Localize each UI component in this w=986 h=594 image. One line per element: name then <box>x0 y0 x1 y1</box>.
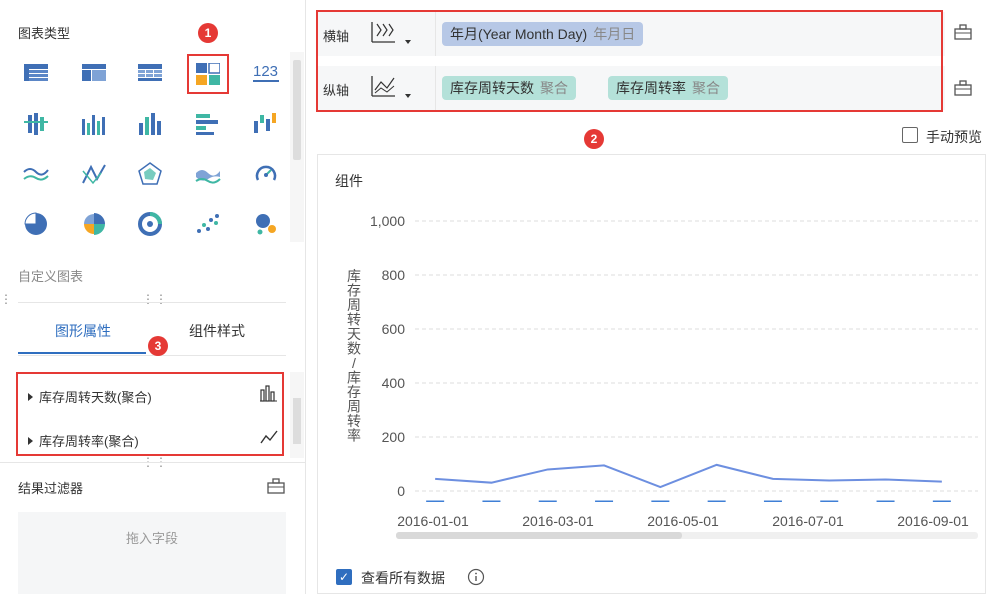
component-card: 组件 0 200 400 600 800 1,000 库存周转天数/库存周转率 2016-01… <box>317 154 986 594</box>
area-chart-icon[interactable] <box>190 156 226 192</box>
y-tick-label: 800 <box>382 267 406 283</box>
svg-text:123: 123 <box>253 63 278 80</box>
scatter-icon[interactable] <box>190 206 226 242</box>
editor-area: 横轴 年月(Year Month Day) 年月日 纵轴 库存周转天数 聚合 库… <box>307 0 986 594</box>
bar <box>876 500 895 502</box>
series-item-inventory-days[interactable]: 库存周转天数(聚合) <box>28 387 152 406</box>
radar-icon[interactable] <box>132 156 168 192</box>
info-icon[interactable] <box>467 568 485 589</box>
series-item-turnover-rate[interactable]: 库存周转率(聚合) <box>28 431 139 450</box>
bar <box>932 500 951 502</box>
divider <box>0 462 306 463</box>
bar <box>482 500 501 502</box>
gauge-icon[interactable] <box>248 156 284 192</box>
chart-canvas: 0 200 400 600 800 1,000 库存周转天数/库存周转率 2016-01-01… <box>347 213 978 539</box>
tab-graph-properties[interactable]: 图形属性 <box>55 321 111 341</box>
divider <box>18 302 286 303</box>
expand-icon <box>28 392 33 401</box>
line-chart-icon[interactable] <box>260 428 278 449</box>
left-panel: 图表类型 123 1 自定义图表 ⋮⋮ ⋮ 图形属性 组件样式 3 库存周转天数… <box>0 0 306 594</box>
chart-hscrollbar-thumb <box>396 532 682 539</box>
expand-icon <box>28 436 33 445</box>
view-all-checkbox[interactable]: ✓ <box>336 569 352 585</box>
scrollbar-thumb[interactable] <box>293 398 301 444</box>
waterfall-icon[interactable] <box>248 106 284 142</box>
bar <box>707 500 726 502</box>
column-chart-icon[interactable] <box>76 106 112 142</box>
pie-chart-icon[interactable] <box>18 206 54 242</box>
marker-3: 3 <box>148 336 168 356</box>
y-axis-title: 库存周转天数/库存周转率 <box>347 268 361 444</box>
toolbox-icon[interactable] <box>267 477 285 498</box>
y-tick-label: 600 <box>382 321 406 337</box>
x-tick-label: 2016-07-01 <box>772 513 844 529</box>
bar <box>538 500 557 502</box>
manual-preview-checkbox[interactable] <box>902 127 918 143</box>
filter-title: 结果过滤器 <box>18 481 84 496</box>
selected-chart-highlight <box>187 54 229 94</box>
y-tick-label: 0 <box>397 483 405 499</box>
chart-type-title: 图表类型 <box>18 26 71 41</box>
radial-line-icon[interactable] <box>76 156 112 192</box>
table-detail-icon[interactable] <box>18 56 54 92</box>
grouped-bar-icon[interactable] <box>18 106 54 142</box>
custom-chart-label: 自定义图表 <box>18 269 84 284</box>
bar <box>763 500 782 502</box>
bar-chart-icon[interactable] <box>260 384 278 405</box>
view-all-label: 查看所有数据 <box>361 570 445 586</box>
bar <box>651 500 670 502</box>
series-line <box>435 463 942 489</box>
filter-drop-zone[interactable]: 拖入字段 <box>18 512 286 594</box>
table-group-icon[interactable] <box>76 56 112 92</box>
series-scrollbar[interactable] <box>290 372 304 458</box>
x-tick-label: 2016-05-01 <box>647 513 719 529</box>
resize-handle[interactable]: ⋮⋮ <box>142 292 168 306</box>
scrollbar-thumb[interactable] <box>293 60 301 160</box>
line-chart-type-icon[interactable] <box>18 156 54 192</box>
marker-2: 2 <box>584 129 604 149</box>
side-handle[interactable]: ⋮ <box>0 292 13 306</box>
x-tick-label: 2016-03-01 <box>522 513 594 529</box>
bubble-icon[interactable] <box>248 206 284 242</box>
component-title: 组件 <box>335 173 363 189</box>
y-tick-label: 1,000 <box>370 213 405 229</box>
active-tab-underline <box>18 352 146 354</box>
y-axis-settings-icon[interactable] <box>954 79 972 100</box>
x-tick-label: 2016-09-01 <box>897 513 969 529</box>
drop-placeholder: 拖入字段 <box>125 531 178 546</box>
marker-1: 1 <box>198 23 218 43</box>
manual-preview-label: 手动预览 <box>926 129 982 145</box>
multi-column-icon[interactable] <box>132 106 168 142</box>
table-cross-icon[interactable] <box>132 56 168 92</box>
horizontal-bar-icon[interactable] <box>190 106 226 142</box>
y-tick-label: 400 <box>382 375 406 391</box>
y-tick-label: 200 <box>382 429 406 445</box>
series-label: 库存周转率(聚合) <box>39 434 139 449</box>
bar <box>426 500 445 502</box>
chart-type-scrollbar[interactable] <box>290 52 304 242</box>
bar <box>595 500 614 502</box>
x-axis-settings-icon[interactable] <box>954 23 972 44</box>
series-label: 库存周转天数(聚合) <box>39 390 152 405</box>
x-tick-label: 2016-01-01 <box>397 513 469 529</box>
axis-highlight <box>316 10 943 112</box>
tab-component-style[interactable]: 组件样式 <box>189 321 245 341</box>
kpi-number-icon[interactable]: 123 <box>248 56 284 92</box>
donut-icon[interactable] <box>132 206 168 242</box>
bar <box>820 500 839 502</box>
rose-pie-icon[interactable] <box>76 206 112 242</box>
